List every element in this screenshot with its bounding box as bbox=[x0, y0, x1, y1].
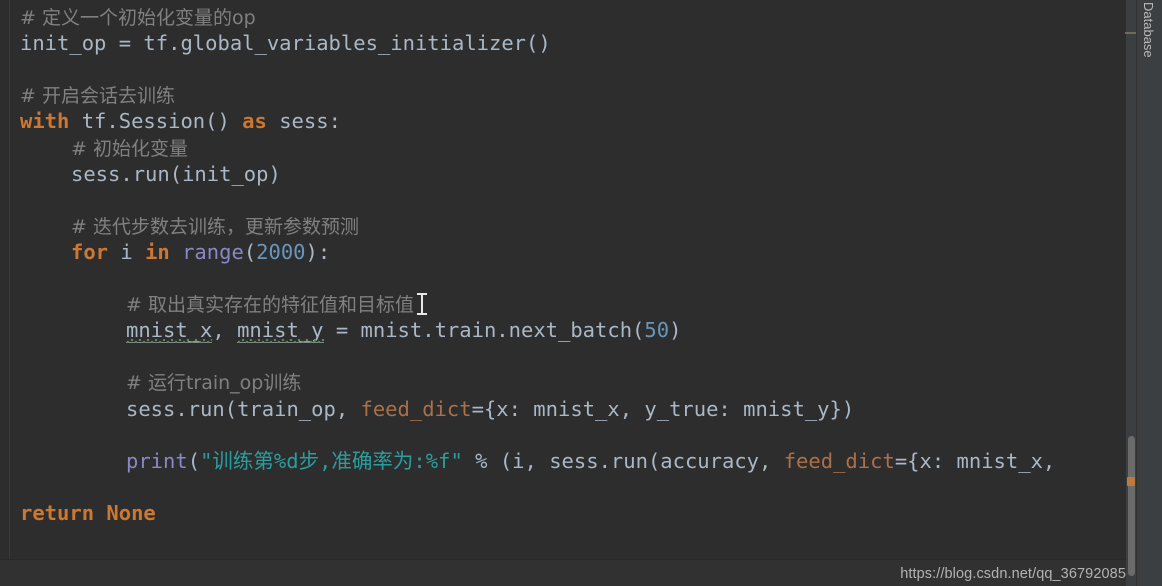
code-token-default: ( bbox=[187, 448, 201, 473]
code-token-comment: # 初始化变量 bbox=[71, 137, 188, 160]
code-token-comment: # 取出真实存在的特征值和目标值 bbox=[126, 294, 414, 317]
code-line: # 取出真实存在的特征值和目标值 bbox=[0, 291, 414, 317]
code-text-area[interactable]: # 定义一个初始化变量的op init_op = tf.global_variab… bbox=[0, 0, 1137, 560]
code-line: sess.run(init_op) bbox=[0, 161, 281, 187]
code-line: print("训练第%d步,准确率为:%f" % (i, sess.run(ac… bbox=[0, 448, 1055, 474]
code-line: with tf.Session() as sess: bbox=[0, 108, 341, 134]
code-line: # 迭代步数去训练，更新参数预测 bbox=[0, 213, 359, 239]
scrollbar-thumb[interactable] bbox=[1128, 436, 1135, 576]
code-token-default: init_op = tf.global_variables_initialize… bbox=[20, 31, 551, 56]
code-token-default: sess.run(train_op, bbox=[126, 396, 361, 421]
warning-marker-icon[interactable] bbox=[1127, 477, 1135, 486]
right-toolwindow-bar: Database bbox=[1136, 0, 1162, 586]
code-token-default: = mnist.train.next_batch( bbox=[323, 318, 645, 343]
code-token-keyword: in bbox=[145, 239, 170, 264]
code-token-default: ( bbox=[243, 239, 257, 264]
code-token-kwarg: feed_dict bbox=[783, 448, 895, 473]
code-token-keyword: for bbox=[71, 239, 109, 264]
code-token-squiggle: mnist_x bbox=[126, 318, 213, 344]
code-token-default: sess.run(init_op) bbox=[71, 161, 281, 186]
code-editor-window: # 定义一个初始化变量的op init_op = tf.global_variab… bbox=[0, 0, 1162, 586]
code-token-builtin: range bbox=[182, 239, 244, 264]
code-token-default bbox=[170, 240, 182, 264]
code-token-number: 2000 bbox=[256, 239, 306, 264]
code-token-keyword: return None bbox=[20, 500, 156, 525]
code-token-default: sess: bbox=[266, 109, 341, 134]
code-line: init_op = tf.global_variables_initialize… bbox=[0, 30, 551, 56]
code-token-default: i bbox=[108, 239, 146, 264]
code-token-comment: # 定义一个初始化变量的op bbox=[20, 7, 256, 29]
code-token-comment: # 运行train_op训练 bbox=[126, 372, 302, 395]
watermark-text: https://blog.csdn.net/qq_36792085 bbox=[900, 566, 1126, 582]
toolwindow-tab-database[interactable]: Database bbox=[1137, 0, 1162, 90]
code-token-number: 50 bbox=[644, 318, 670, 343]
code-line: mnist_x, mnist_y = mnist.train.next_batc… bbox=[0, 317, 682, 344]
code-token-comment: # 开启会话去训练 bbox=[20, 85, 175, 108]
code-line: # 初始化变量 bbox=[0, 135, 188, 161]
code-line: # 开启会话去训练 bbox=[0, 82, 175, 108]
code-token-default: ) bbox=[669, 318, 682, 343]
code-token-default: tf.Session() bbox=[69, 109, 243, 134]
code-token-default: , bbox=[212, 318, 238, 343]
code-token-builtin: print bbox=[126, 448, 188, 473]
code-token-default: ={x: mnist_x, y_true: mnist_y}) bbox=[471, 396, 855, 421]
code-token-default: % (i, sess.run(accuracy, bbox=[462, 448, 784, 473]
code-line: # 定义一个初始化变量的op bbox=[0, 4, 256, 30]
code-token-keyword: with bbox=[20, 109, 70, 134]
code-token-default: ={x: mnist_x, bbox=[894, 448, 1056, 473]
code-line: sess.run(train_op, feed_dict={x: mnist_x… bbox=[0, 396, 854, 422]
code-token-comment: # 迭代步数去训练，更新参数预测 bbox=[71, 215, 359, 238]
code-token-default: ): bbox=[305, 239, 331, 264]
code-token-string: "训练第%d步,准确率为:%f" bbox=[200, 448, 463, 473]
code-token-kwarg: feed_dict bbox=[360, 396, 472, 421]
code-token-keyword: as bbox=[242, 109, 267, 134]
code-line: for i in range(2000): bbox=[0, 239, 330, 265]
code-line: # 运行train_op训练 bbox=[0, 369, 301, 395]
code-line: return None bbox=[0, 500, 156, 526]
toolwindow-tab-database-label: Database bbox=[1141, 2, 1156, 58]
code-token-squiggle: mnist_y bbox=[237, 318, 324, 344]
